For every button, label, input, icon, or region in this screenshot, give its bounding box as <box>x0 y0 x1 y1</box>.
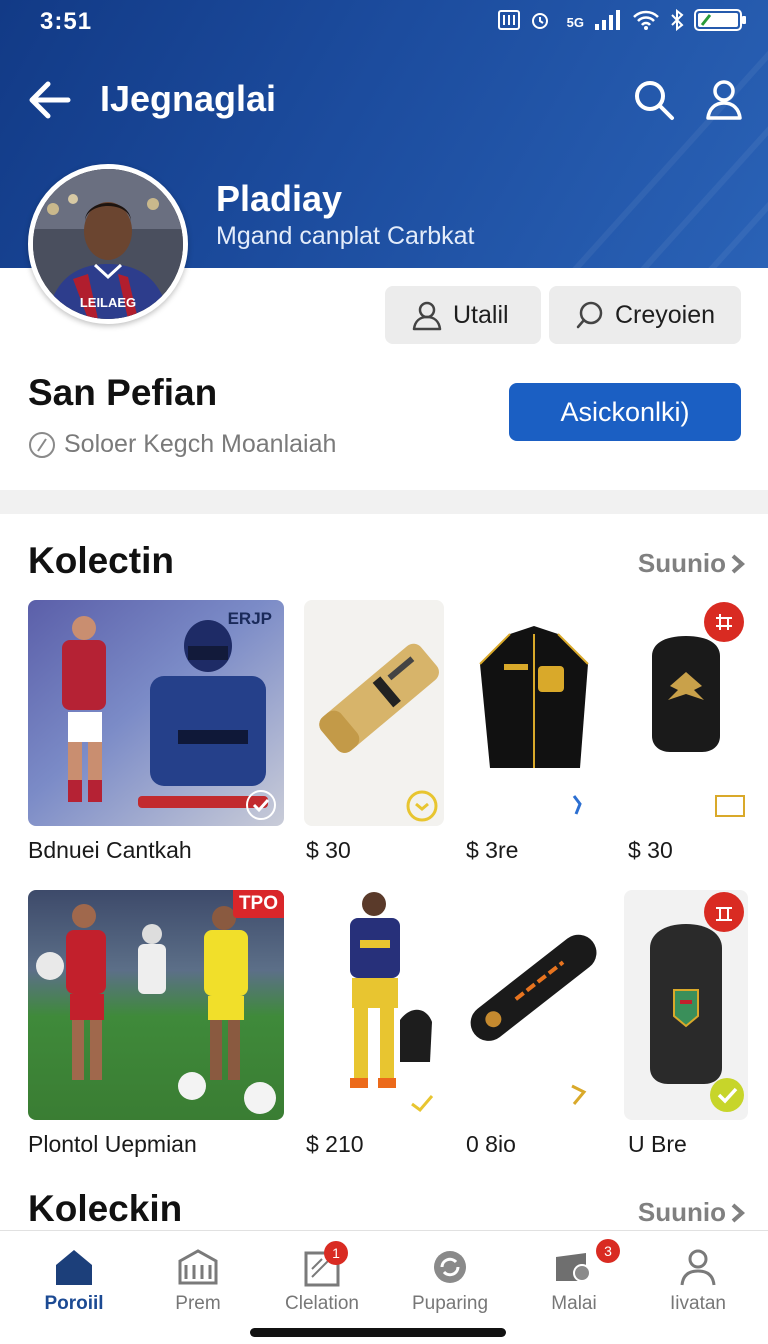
home-icon <box>56 1250 92 1285</box>
nav-item-premium[interactable]: Prem <box>134 1247 262 1315</box>
nav-item-mail[interactable]: Malai 3 <box>510 1239 638 1315</box>
card-caption: $ 3re <box>466 837 519 863</box>
collection-card[interactable] <box>624 890 748 1120</box>
check-circle-icon <box>710 1078 744 1112</box>
svg-text:LEILAEG: LEILAEG <box>80 295 136 310</box>
profile-subtitle: Mgand canplat Carbkat <box>216 222 475 250</box>
bottom-navigation: Poroiil Prem Clelation 1 Puparing Malai … <box>0 1230 768 1344</box>
pill-button-1[interactable]: Utalil <box>385 286 541 344</box>
player-photo: LEILAEG <box>33 169 183 319</box>
chevron-right-icon <box>731 1203 746 1222</box>
card-caption: Plontol Uepmian <box>28 1131 197 1157</box>
user-icon <box>412 301 442 331</box>
collection-card[interactable] <box>624 600 748 826</box>
collection-card[interactable] <box>464 890 604 1120</box>
pill-label-2: Creyoien <box>615 300 716 329</box>
chat-icon <box>576 301 603 329</box>
see-all-label: Suunio <box>637 1197 726 1227</box>
player-kit-image <box>350 892 434 1113</box>
collection-card[interactable]: TPO <box>28 890 284 1120</box>
section-title: Koleckin <box>28 1188 183 1229</box>
person-icon <box>680 1249 716 1286</box>
card-caption: $ 30 <box>306 837 351 863</box>
card-caption: Bdnuei Cantkah <box>28 837 192 863</box>
account-button[interactable] <box>702 76 750 124</box>
bluetooth-icon <box>670 8 684 36</box>
network-type: 5G <box>566 15 584 30</box>
alarm-icon <box>531 9 557 36</box>
stadium-icon <box>178 1249 218 1285</box>
nav-item-collection[interactable]: Clelation 1 <box>258 1241 386 1315</box>
arrow-left-icon <box>29 81 71 119</box>
search-icon <box>635 81 674 120</box>
shin-guard-image <box>470 934 597 1105</box>
user-location: Soloer Kegch Moanlaiah <box>28 430 336 459</box>
nav-item-profile[interactable]: Poroiil <box>10 1247 138 1315</box>
wifi-icon <box>632 9 660 36</box>
card-caption: $ 210 <box>306 1131 364 1157</box>
kit-image <box>62 616 268 808</box>
nav-label: Clelation <box>285 1293 359 1314</box>
page-title: IJegnaglai <box>100 78 277 119</box>
nav-item-account[interactable]: Iivatan <box>634 1247 762 1315</box>
user-name: San Pefian <box>28 372 218 413</box>
card-caption: U Bre <box>628 1131 687 1157</box>
nav-label: Iivatan <box>670 1293 726 1314</box>
badge-icon <box>704 602 744 642</box>
status-time: 3:51 <box>40 8 93 35</box>
compass-icon <box>29 431 55 458</box>
scarf-image <box>319 643 439 822</box>
card-tag: TPO <box>232 890 284 918</box>
jacket-image <box>479 626 589 815</box>
collection-card[interactable]: ERJP <box>28 600 284 826</box>
battery-icon <box>694 8 748 37</box>
wallet-icon <box>556 1253 591 1282</box>
primary-action-button[interactable]: Asickonlki) <box>509 383 741 441</box>
nav-label: Malai <box>551 1293 597 1314</box>
notification-badge: 1 <box>324 1241 348 1265</box>
check-circle-icon <box>246 790 276 820</box>
profile-display-name: Pladiay <box>216 178 343 219</box>
match-image <box>36 904 276 1114</box>
collection-card[interactable] <box>464 600 604 826</box>
pill-label-1: Utalil <box>453 300 509 329</box>
refresh-icon <box>434 1251 466 1283</box>
chevron-right-icon <box>731 554 746 573</box>
see-all-label: Suunio <box>637 548 726 578</box>
badge-icon <box>704 892 744 932</box>
see-all-link[interactable]: Suunio <box>638 548 746 579</box>
notification-badge: 3 <box>596 1239 620 1263</box>
section-divider <box>0 490 768 514</box>
nav-item-pairing[interactable]: Puparing <box>386 1247 514 1315</box>
nfc-icon <box>497 9 521 36</box>
user-lock-icon <box>706 80 742 120</box>
back-button[interactable] <box>26 78 74 122</box>
collection-card[interactable] <box>304 890 444 1120</box>
status-bar: 3:51 5G <box>0 0 768 44</box>
avatar[interactable]: LEILAEG <box>28 164 188 324</box>
nav-label: Poroiil <box>44 1293 104 1314</box>
signal-icon <box>594 9 622 36</box>
section-title: Kolectin <box>28 540 174 581</box>
collection-card[interactable] <box>304 600 444 826</box>
see-all-link[interactable]: Suunio <box>638 1197 746 1228</box>
search-button[interactable] <box>630 76 678 124</box>
card-tag: ERJP <box>227 609 272 628</box>
card-caption: 0 8io <box>466 1131 516 1157</box>
pill-button-2[interactable]: Creyoien <box>549 286 741 344</box>
user-location-text: Soloer Kegch Moanlaiah <box>64 430 337 458</box>
card-caption: $ 30 <box>628 837 673 863</box>
nav-label: Puparing <box>411 1293 489 1314</box>
home-indicator[interactable] <box>250 1328 506 1337</box>
nav-label: Prem <box>175 1293 221 1314</box>
